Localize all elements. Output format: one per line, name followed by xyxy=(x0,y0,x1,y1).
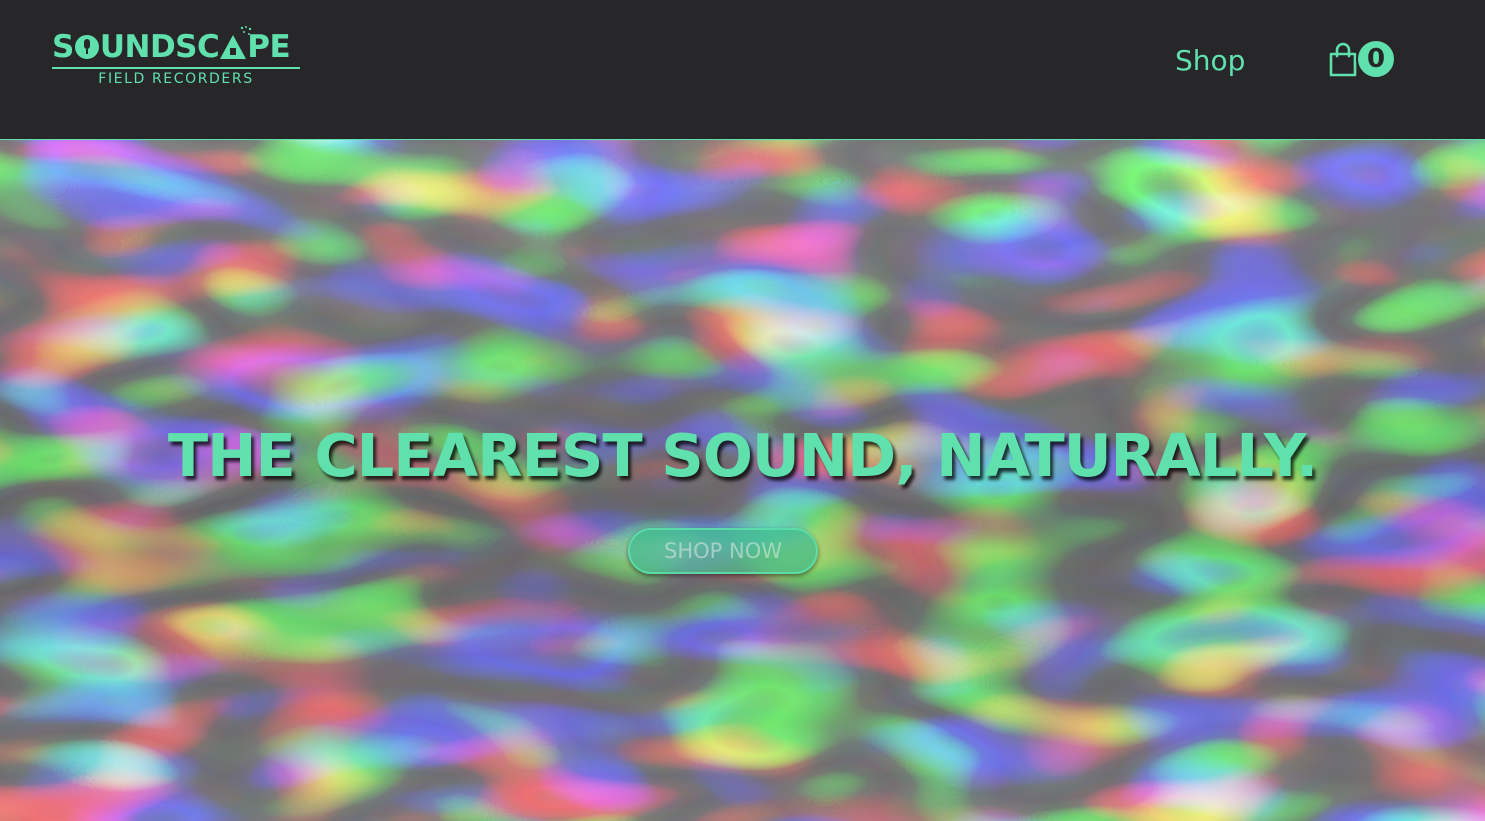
logo[interactable]: S UNDSC PE FIELD RECORDERS xyxy=(52,26,300,87)
logo-tagline: FIELD RECORDERS xyxy=(98,71,254,87)
cart-button[interactable]: 0 xyxy=(1328,38,1398,82)
cart-count-badge: 0 xyxy=(1356,39,1396,79)
logo-letters-middle: UNDSC xyxy=(99,29,220,65)
logo-wordmark: S UNDSC PE xyxy=(52,28,300,66)
microphone-icon xyxy=(74,35,99,59)
hero-headline: THE CLEAREST SOUND, NATURALLY. xyxy=(167,421,1318,490)
logo-divider xyxy=(52,67,300,69)
tent-icon xyxy=(220,35,247,59)
nav-shop-link[interactable]: Shop xyxy=(1175,42,1245,80)
sparkle-icon xyxy=(240,26,252,35)
hero-banner: THE CLEAREST SOUND, NATURALLY. SHOP NOW xyxy=(0,140,1485,821)
shop-now-button[interactable]: SHOP NOW xyxy=(628,528,818,574)
logo-letters-end: PE xyxy=(247,29,291,65)
site-header: S UNDSC PE FIELD RECORDERS Shop 0 xyxy=(0,0,1485,140)
logo-letter-s: S xyxy=(52,29,74,65)
